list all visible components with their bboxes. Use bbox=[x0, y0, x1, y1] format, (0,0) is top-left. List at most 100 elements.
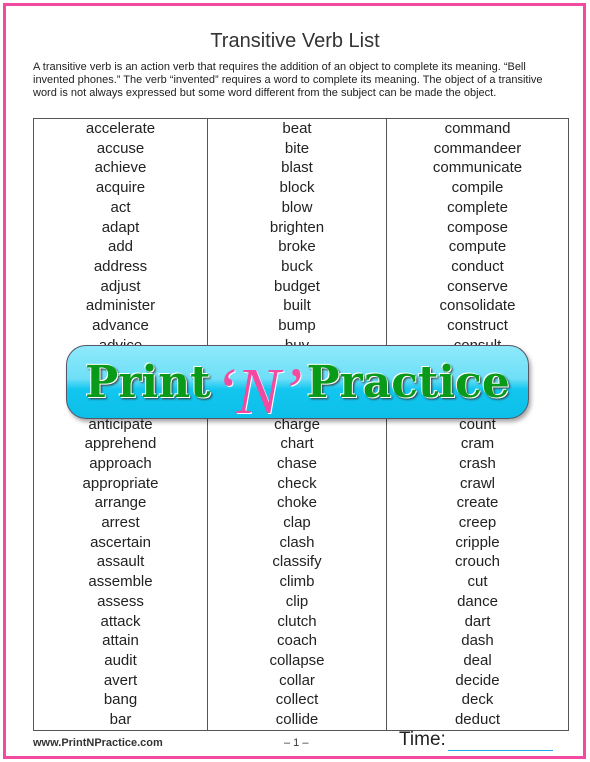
table-row: accelerate beat command bbox=[33, 118, 569, 139]
table-row: attain coach dash bbox=[33, 631, 569, 651]
table-row: address buck conduct bbox=[33, 256, 569, 277]
verb-cell: apprehend bbox=[33, 434, 208, 454]
verb-cell: crawl bbox=[386, 473, 569, 494]
table-row: audit collapse deal bbox=[33, 650, 569, 671]
verb-cell: classify bbox=[207, 552, 387, 573]
verb-cell: act bbox=[33, 197, 208, 218]
verb-cell: deck bbox=[386, 690, 569, 711]
table-row: apprehend chart cram bbox=[33, 434, 569, 454]
verb-cell: bite bbox=[207, 138, 387, 159]
table-row: attack clutch dart bbox=[33, 611, 569, 632]
time-label: Time: bbox=[399, 729, 446, 750]
verb-cell: collect bbox=[207, 690, 387, 711]
verb-cell: address bbox=[33, 256, 208, 277]
table-row: adjust budget conserve bbox=[33, 276, 569, 297]
verb-cell: bang bbox=[33, 690, 208, 711]
table-row: advance bump construct bbox=[33, 316, 569, 336]
verb-cell: crouch bbox=[386, 552, 569, 573]
verb-cell: choke bbox=[207, 493, 387, 514]
page-title: Transitive Verb List bbox=[210, 30, 380, 52]
verb-cell: clutch bbox=[207, 611, 387, 632]
verb-cell: commandeer bbox=[386, 138, 569, 159]
verb-cell: clap bbox=[207, 513, 387, 533]
table-row: accuse bite commandeer bbox=[33, 138, 569, 159]
table-row: arrange choke create bbox=[33, 493, 569, 514]
table-row: arrest clap creep bbox=[33, 513, 569, 533]
verb-cell: chart bbox=[207, 434, 387, 454]
verb-cell: collide bbox=[207, 710, 387, 731]
verb-cell: check bbox=[207, 473, 387, 494]
verb-cell: avert bbox=[33, 670, 208, 691]
verb-cell: approach bbox=[33, 453, 208, 474]
verb-cell: accuse bbox=[33, 138, 208, 159]
verb-cell: adjust bbox=[33, 276, 208, 297]
logo-print: Print bbox=[85, 356, 211, 408]
verb-cell: creep bbox=[386, 513, 569, 533]
verb-cell: dash bbox=[386, 631, 569, 651]
verb-cell: broke bbox=[207, 237, 387, 257]
verb-cell: collapse bbox=[207, 650, 387, 671]
table-row: acquire block compile bbox=[33, 178, 569, 198]
verb-cell: crash bbox=[386, 453, 569, 474]
verb-cell: consolidate bbox=[386, 296, 569, 317]
verb-cell: bar bbox=[33, 710, 208, 731]
intro-paragraph: A transitive verb is an action verb that… bbox=[33, 61, 543, 99]
verb-cell: audit bbox=[33, 650, 208, 671]
verb-cell: chase bbox=[207, 453, 387, 474]
logo-practice: Practice bbox=[306, 356, 510, 408]
verb-cell: built bbox=[207, 296, 387, 317]
verb-cell: clip bbox=[207, 591, 387, 612]
table-row: administer built consolidate bbox=[33, 296, 569, 317]
verb-cell: climb bbox=[207, 572, 387, 592]
verb-cell: blow bbox=[207, 197, 387, 218]
table-row: bar collide deduct bbox=[33, 710, 569, 731]
verb-cell: command bbox=[386, 118, 569, 139]
verb-cell: add bbox=[33, 237, 208, 257]
verb-cell: assault bbox=[33, 552, 208, 573]
verb-cell: bump bbox=[207, 316, 387, 336]
table-row: add broke compute bbox=[33, 237, 569, 257]
verb-cell: adapt bbox=[33, 217, 208, 238]
verb-cell: accelerate bbox=[33, 118, 208, 139]
table-row: assault classify crouch bbox=[33, 552, 569, 573]
verb-cell: compute bbox=[386, 237, 569, 257]
verb-cell: create bbox=[386, 493, 569, 514]
table-row: assemble climb cut bbox=[33, 572, 569, 592]
verb-cell: dance bbox=[386, 591, 569, 612]
table-row: achieve blast communicate bbox=[33, 158, 569, 179]
verb-cell: assess bbox=[33, 591, 208, 612]
verb-cell: budget bbox=[207, 276, 387, 297]
verb-cell: compile bbox=[386, 178, 569, 198]
verb-cell: block bbox=[207, 178, 387, 198]
verb-cell: attack bbox=[33, 611, 208, 632]
verb-cell: dart bbox=[386, 611, 569, 632]
verb-cell: cripple bbox=[386, 532, 569, 553]
verb-cell: complete bbox=[386, 197, 569, 218]
verb-cell: coach bbox=[207, 631, 387, 651]
verb-cell: cut bbox=[386, 572, 569, 592]
verb-cell: assemble bbox=[33, 572, 208, 592]
verb-cell: brighten bbox=[207, 217, 387, 238]
table-row: approach chase crash bbox=[33, 453, 569, 474]
time-blank-line bbox=[447, 732, 553, 751]
verb-cell: conduct bbox=[386, 256, 569, 277]
logo-n: ‘N’ bbox=[214, 355, 303, 428]
table-row: bang collect deck bbox=[33, 690, 569, 711]
time-field: Time: bbox=[399, 729, 553, 751]
verb-cell: appropriate bbox=[33, 473, 208, 494]
print-n-practice-logo: Print ‘N’ Practice bbox=[66, 345, 529, 425]
verb-cell: beat bbox=[207, 118, 387, 139]
verb-cell: compose bbox=[386, 217, 569, 238]
verb-cell: ascertain bbox=[33, 532, 208, 553]
footer-url: www.PrintNPractice.com bbox=[33, 737, 163, 749]
verb-cell: deal bbox=[386, 650, 569, 671]
verb-cell: administer bbox=[33, 296, 208, 317]
table-row: appropriate check crawl bbox=[33, 473, 569, 494]
verb-cell: conserve bbox=[386, 276, 569, 297]
verb-cell: communicate bbox=[386, 158, 569, 179]
table-row: avert collar decide bbox=[33, 670, 569, 691]
verb-cell: buck bbox=[207, 256, 387, 277]
verb-cell: achieve bbox=[33, 158, 208, 179]
verb-cell: deduct bbox=[386, 710, 569, 731]
verb-cell: decide bbox=[386, 670, 569, 691]
